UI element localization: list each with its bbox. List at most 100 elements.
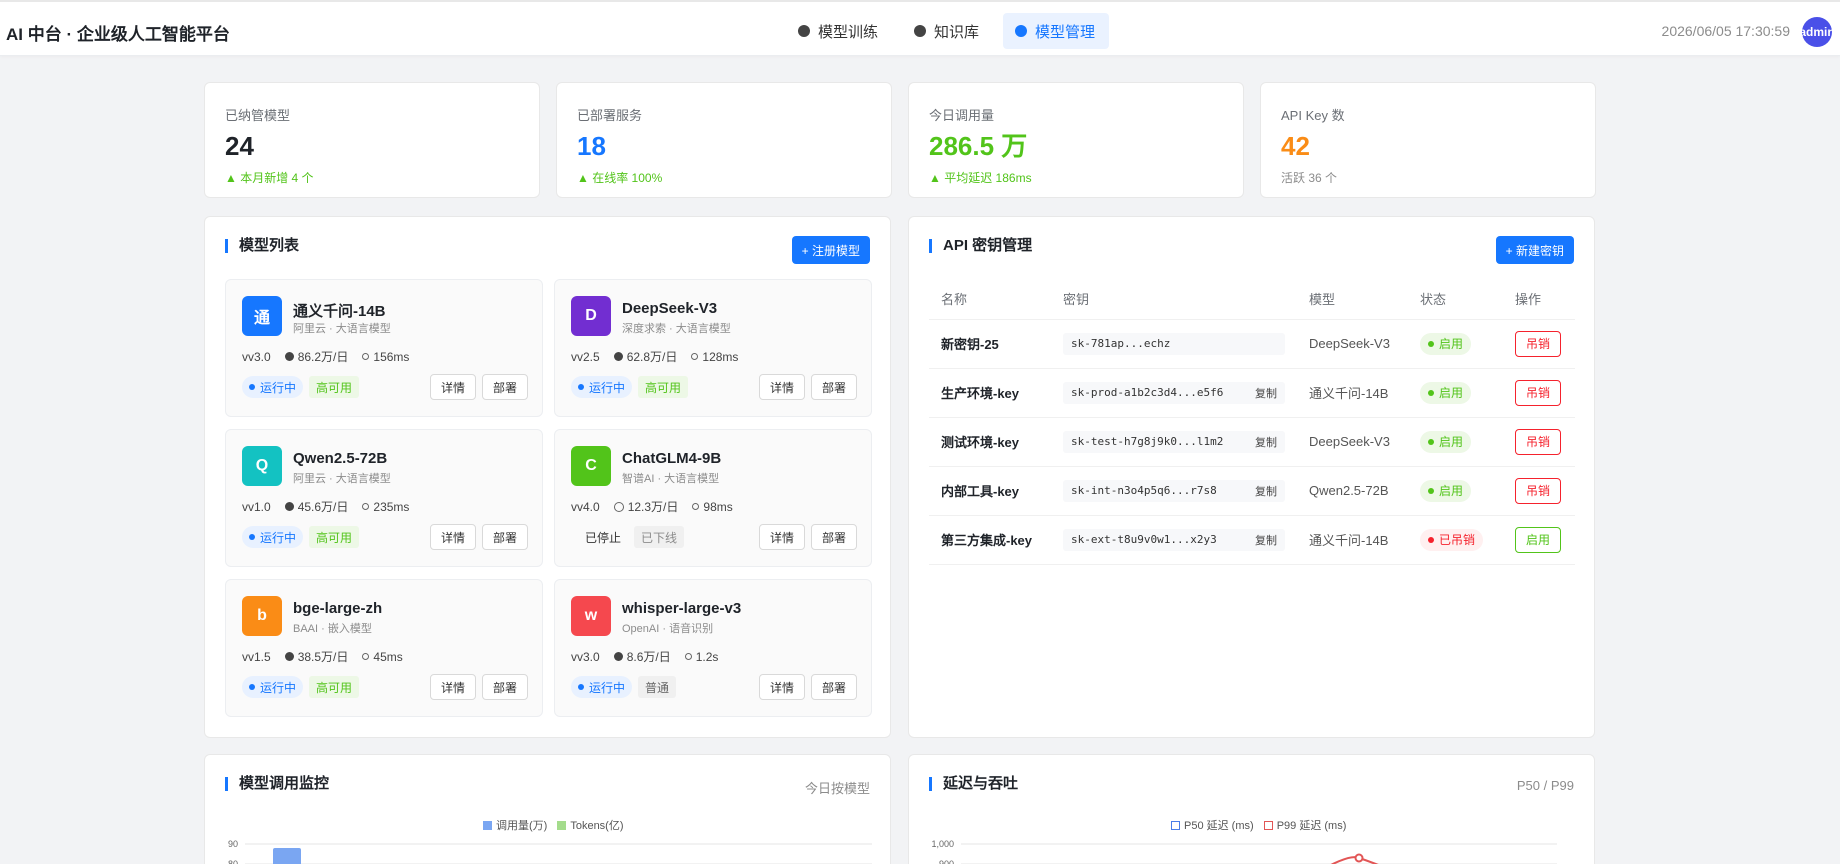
revoke-key-button[interactable]: 吊销 [1515,477,1562,504]
key-name: 第三方集成-key [929,515,1051,565]
key-status-cell: 已吊销 [1408,515,1503,565]
column-header: 模型 [1297,279,1408,320]
availability-tag: 高可用 [638,376,689,398]
model-meta: vv1.5 38.5万/日 45ms [242,648,403,665]
legend-swatch [557,820,567,830]
model-provider: 阿里云 · 大语言模型 [293,323,391,335]
table-row: 第三方集成-key sk-ext-t8u9v0w1...x2y3 复制 通义千问-14… [929,515,1575,565]
detail-button[interactable]: 详情 [758,674,805,700]
detail-button[interactable]: 详情 [429,524,476,550]
detail-button[interactable]: 详情 [758,524,805,550]
key-status-cell: 启用 [1408,319,1503,369]
nav-item-knowledge-base[interactable]: 知识库 [902,13,993,49]
stat-card-calls: 今日调用量 286.5 万 ▲ 平均延迟 186ms [908,82,1244,198]
table-row: 新密钥-25 sk-781ap...echz DeepSeek-V3 启用 吊销 [929,319,1575,369]
deploy-button[interactable]: 部署 [481,524,528,550]
key-action-cell: 启用 [1503,515,1575,565]
register-model-button[interactable]: + 注册模型 [791,236,870,264]
nav-item-model-management[interactable]: 模型管理 [1003,13,1110,49]
model-card[interactable]: Q Qwen2.5-72B 阿里云 · 大语言模型 vv1.0 45.6万/日 235ms… [225,429,543,567]
calls-value: 8.6万/日 [626,650,671,664]
calls-icon [284,652,294,661]
key-value-box: sk-ext-t8u9v0w1...x2y3 复制 [1063,528,1285,551]
model-provider: BAAI · 嵌入模型 [293,623,372,635]
copy-button[interactable]: 复制 [1255,532,1277,548]
new-key-button[interactable]: + 新建密钥 [1495,236,1574,264]
legend-swatch [483,820,492,830]
model-name: bge-large-zh [293,600,383,617]
model-provider: 阿里云 · 大语言模型 [293,473,391,485]
latency-value: 235ms [373,499,410,514]
status-badge: 运行中 [242,376,304,398]
key-value: sk-test-h7g8j9k0...l1m2 [1071,435,1224,448]
revoke-key-button[interactable]: 吊销 [1515,379,1562,406]
key-name: 新密钥-25 [929,319,1051,369]
legend-label: P50 延迟 (ms) [1184,820,1254,832]
stat-value: 24 [225,131,254,161]
revoke-key-button[interactable]: 吊销 [1515,428,1562,455]
model-card[interactable]: C ChatGLM4-9B 智谱AI · 大语言模型 vv4.0 12.3万/日 98ms… [554,429,872,567]
legend-item: 调用量(万) [483,817,547,833]
deploy-button[interactable]: 部署 [481,674,528,700]
status-badge: 启用 [1420,479,1472,502]
model-card[interactable]: b bge-large-zh BAAI · 嵌入模型 vv1.5 38.5万/日 45ms… [225,579,543,717]
revoke-key-button[interactable]: 吊销 [1515,330,1562,357]
model-meta: vv3.0 8.6万/日 1.2s [571,648,718,665]
table-row: 内部工具-key sk-int-n3o4p5q6...r7s8 复制 Qwen2.5-… [929,466,1575,516]
enable-key-button[interactable]: 启用 [1515,526,1562,553]
key-value-box: sk-781ap...echz [1063,332,1285,355]
deploy-button[interactable]: 部署 [810,524,857,550]
key-cell: sk-ext-t8u9v0w1...x2y3 复制 [1051,515,1297,565]
status-dot-icon [1428,438,1434,445]
model-card[interactable]: w whisper-large-v3 OpenAI · 语音识别 vv3.0 8.6万/… [554,579,872,717]
model-actions: 详情 部署 [429,674,528,700]
calls-value: 86.2万/日 [297,350,349,364]
detail-button[interactable]: 详情 [758,374,805,400]
model-tags: 运行中 高可用 [242,526,360,548]
key-cell: sk-test-h7g8j9k0...l1m2 复制 [1051,417,1297,467]
key-action-cell: 吊销 [1503,368,1575,418]
calls-icon [613,501,624,512]
status-dot-icon [578,384,584,390]
table-row: 生产环境-key sk-prod-a1b2c3d4...e5f6 复制 通义千问-14… [929,368,1575,418]
stat-card-models: 已纳管模型 24 ▲ 本月新增 4 个 [204,82,540,198]
model-latency: 45ms [362,650,403,664]
model-monitor-panel: 模型调用监控 今日按模型 调用量(万) Tokens(亿) 90 80 [204,754,891,864]
status-label: 运行中 [260,680,297,695]
user-avatar[interactable]: admin [1802,17,1832,47]
latency-value: 98ms [703,499,733,514]
model-name: ChatGLM4-9B [622,450,722,467]
model-card[interactable]: 通通义千问-14B 阿里云 · 大语言模型 vv3.0 86.2万/日 156ms 运行中… [225,279,543,417]
latency-icon [362,503,370,510]
deploy-button[interactable]: 部署 [810,674,857,700]
y-tick-label: 90 [228,839,238,849]
detail-button[interactable]: 详情 [429,374,476,400]
nav-item-training[interactable]: 模型训练 [786,13,892,49]
copy-button[interactable]: 复制 [1255,434,1277,450]
detail-button[interactable]: 详情 [429,674,476,700]
model-tags: 运行中 高可用 [242,676,360,698]
copy-button[interactable]: 复制 [1255,483,1277,499]
key-action-cell: 吊销 [1503,319,1575,369]
calls-value: 12.3万/日 [627,500,679,514]
deploy-button[interactable]: 部署 [481,374,528,400]
deploy-button[interactable]: 部署 [810,374,857,400]
model-meta: vv4.0 12.3万/日 98ms [571,498,733,515]
copy-button[interactable]: 复制 [1255,385,1277,401]
stat-value: 42 [1281,131,1310,161]
key-value: sk-prod-a1b2c3d4...e5f6 [1071,386,1224,399]
api-table-body: 新密钥-25 sk-781ap...echz DeepSeek-V3 启用 吊销 生产环境… [929,319,1575,565]
y-tick-label: 1,000 [931,839,954,849]
model-actions: 详情 部署 [758,524,857,550]
nav-dot-icon [798,25,810,37]
model-latency: 235ms [362,500,409,514]
key-cell: sk-int-n3o4p5q6...r7s8 复制 [1051,466,1297,516]
model-card[interactable]: D DeepSeek-V3 深度求索 · 大语言模型 vv2.5 62.8万/日 128m… [554,279,872,417]
stat-card-api-keys: API Key 数 42 活跃 36 个 [1260,82,1596,198]
status-label: 运行中 [260,380,297,395]
status-badge: 已停止 [571,526,628,548]
latency-panel: 延迟与吞吐 P50 / P99 P50 延迟 (ms) P99 延迟 (ms) … [908,754,1595,864]
status-label: 启用 [1439,435,1464,449]
key-value-box: sk-prod-a1b2c3d4...e5f6 复制 [1063,381,1285,404]
stat-sub: 活跃 36 个 [1281,170,1338,185]
